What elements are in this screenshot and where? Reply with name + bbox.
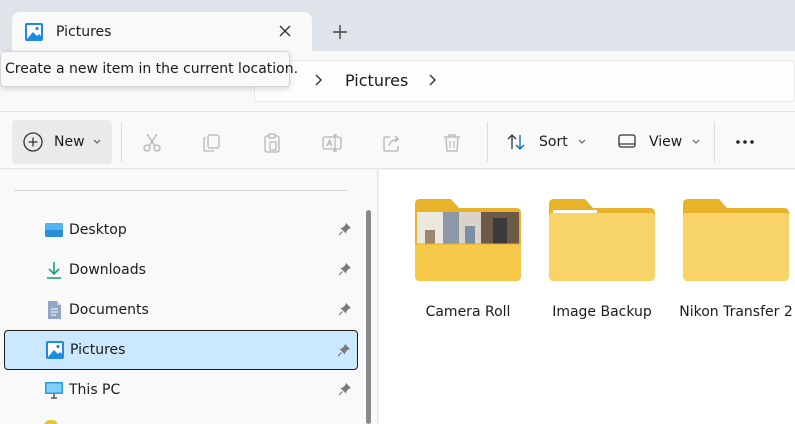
- toolbar-separator: [714, 122, 715, 162]
- chevron-down-icon: [692, 139, 700, 144]
- pin-icon[interactable]: [337, 343, 351, 357]
- navigation-pane: Desktop Downloads Documents Pictures Thi…: [0, 170, 378, 424]
- folder-with-photo-icon: [415, 199, 521, 281]
- desktop-icon: [45, 223, 63, 237]
- sidebar-item-documents[interactable]: Documents: [4, 290, 358, 330]
- folder-icon: [683, 199, 789, 281]
- sidebar-item-label: Documents: [69, 302, 149, 318]
- chevron-right-icon[interactable]: [313, 73, 323, 87]
- folder-nikon-transfer-2[interactable]: Nikon Transfer 2: [673, 192, 795, 332]
- address-field[interactable]: [254, 60, 795, 102]
- file-list: Camera Roll Image Backup Nikon Transfer …: [379, 170, 795, 424]
- sidebar-item-label: This PC: [69, 382, 121, 398]
- folder-icon: [549, 199, 655, 281]
- folder-label: Camera Roll: [425, 304, 511, 320]
- sort-icon: [507, 134, 525, 150]
- rename-icon[interactable]: [321, 132, 343, 154]
- sidebar-scrollbar[interactable]: [366, 210, 371, 424]
- delete-icon[interactable]: [441, 132, 463, 154]
- share-icon[interactable]: [381, 132, 403, 154]
- toolbar-separator: [121, 122, 122, 162]
- pin-icon[interactable]: [338, 382, 352, 396]
- sidebar-item-label: Pictures: [70, 342, 126, 358]
- cut-icon[interactable]: [141, 132, 163, 154]
- pictures-icon: [25, 22, 43, 41]
- view-icon: [618, 134, 636, 148]
- folder-label: Image Backup: [552, 304, 652, 320]
- new-button[interactable]: New: [12, 120, 112, 164]
- sidebar-item-pictures[interactable]: Pictures: [4, 330, 358, 370]
- sidebar-item-downloads[interactable]: Downloads: [4, 250, 358, 290]
- close-icon[interactable]: [276, 22, 294, 40]
- tab-strip: Pictures: [0, 0, 795, 51]
- chevron-right-icon[interactable]: [427, 73, 437, 87]
- sidebar-item-this-pc[interactable]: This PC: [4, 370, 358, 410]
- chevron-down-icon: [578, 139, 586, 144]
- folder-icon: [44, 420, 58, 424]
- tooltip: Create a new item in the current locatio…: [0, 51, 298, 87]
- folder-camera-roll[interactable]: Camera Roll: [405, 192, 531, 332]
- plus-circle-icon: [23, 132, 43, 152]
- view-button-label: View: [649, 134, 683, 150]
- pin-icon[interactable]: [338, 302, 352, 316]
- breadcrumb-pictures[interactable]: Pictures: [345, 71, 408, 90]
- command-bar: New Sort View: [0, 111, 795, 169]
- more-options-icon[interactable]: [730, 132, 760, 152]
- folder-image-backup[interactable]: Image Backup: [539, 192, 665, 332]
- view-button[interactable]: View: [617, 120, 700, 164]
- pin-icon[interactable]: [338, 222, 352, 236]
- chevron-down-icon: [93, 139, 100, 144]
- documents-icon: [48, 301, 61, 319]
- paste-icon[interactable]: [261, 132, 283, 154]
- new-button-label: New: [54, 134, 85, 150]
- sort-button-label: Sort: [539, 134, 568, 150]
- tab-title: Pictures: [56, 23, 112, 40]
- sidebar-divider: [14, 190, 348, 191]
- sort-button[interactable]: Sort: [505, 120, 586, 164]
- toolbar-separator: [487, 122, 488, 162]
- pictures-icon: [46, 341, 64, 359]
- tab-pictures[interactable]: Pictures: [12, 12, 312, 51]
- download-icon: [47, 262, 61, 279]
- pin-icon[interactable]: [338, 262, 352, 276]
- sidebar-item-label: Desktop: [69, 222, 127, 238]
- sidebar-item-label: Downloads: [69, 262, 146, 278]
- new-tab-plus-icon[interactable]: [330, 22, 350, 42]
- sidebar-item-desktop[interactable]: Desktop: [4, 210, 358, 250]
- monitor-icon: [45, 382, 63, 399]
- copy-icon[interactable]: [201, 132, 223, 154]
- folder-label: Nikon Transfer 2: [679, 304, 793, 320]
